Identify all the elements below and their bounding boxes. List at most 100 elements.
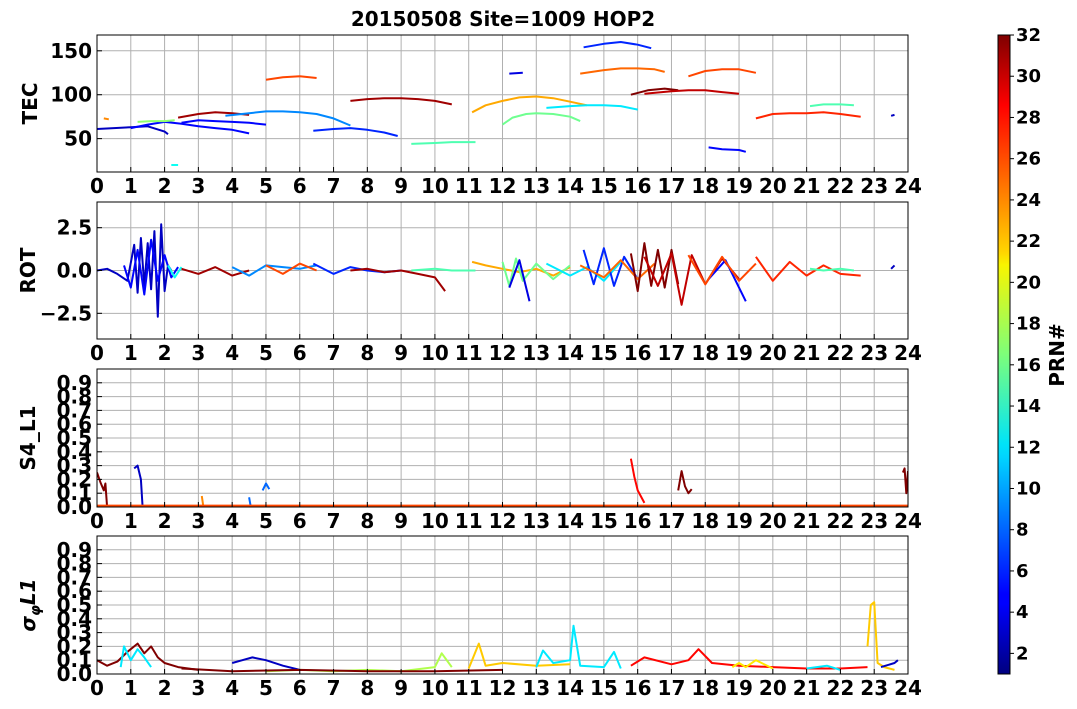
x-tick-label: 24: [894, 676, 922, 700]
x-tick-label: 23: [860, 509, 888, 533]
y-tick-label: 2.5: [57, 216, 92, 240]
x-tick-label: 16: [624, 676, 652, 700]
x-tick-label: 13: [522, 676, 550, 700]
x-tick-label: 21: [793, 676, 821, 700]
x-tick-label: 8: [360, 341, 374, 365]
x-tick-label: 16: [624, 509, 652, 533]
x-tick-label: 12: [489, 676, 517, 700]
x-tick-label: 5: [259, 676, 273, 700]
x-tick-label: 3: [191, 676, 205, 700]
x-tick-label: 15: [590, 509, 618, 533]
x-tick-label: 6: [293, 676, 307, 700]
y-tick-label: 50: [64, 127, 92, 151]
x-tick-label: 18: [691, 676, 719, 700]
x-tick-label: 8: [360, 174, 374, 198]
x-tick-label: 7: [327, 676, 341, 700]
x-tick-label: 15: [590, 174, 618, 198]
x-tick-label: 17: [658, 509, 686, 533]
x-tick-label: 0: [90, 676, 104, 700]
x-tick-label: 6: [293, 341, 307, 365]
x-tick-label: 9: [394, 341, 408, 365]
x-tick-label: 7: [327, 509, 341, 533]
y-axis-label: TEC: [18, 83, 42, 125]
x-tick-label: 23: [860, 174, 888, 198]
colorbar-tick-label: 22: [1016, 231, 1041, 252]
grid: [96, 536, 909, 675]
colorbar-tick-label: 6: [1016, 561, 1029, 582]
series-prn-31: [350, 267, 446, 292]
x-tick-label: 20: [759, 174, 787, 198]
x-tick-label: 22: [826, 341, 854, 365]
x-tick-label: 6: [293, 509, 307, 533]
x-tick-label: 10: [421, 676, 449, 700]
chart-title: 20150508 Site=1009 HOP2: [351, 7, 655, 31]
colorbar: 2468101214161820222426283032 PRN#: [997, 25, 1069, 675]
series-prn-3: [880, 659, 899, 669]
x-tick-label: 21: [793, 509, 821, 533]
x-tick-label: 23: [860, 341, 888, 365]
x-tick-label: 18: [691, 509, 719, 533]
x-tick-label: 5: [259, 341, 273, 365]
series-prn-3: [890, 264, 896, 270]
x-tick-label: 9: [394, 509, 408, 533]
x-tick-label: 10: [421, 174, 449, 198]
x-tick-label: 0: [90, 341, 104, 365]
grid: [96, 202, 909, 339]
x-tick-label: 7: [327, 174, 341, 198]
x-tick-label: 7: [327, 341, 341, 365]
x-tick-label: 11: [455, 676, 483, 700]
series-prn-15: [411, 267, 476, 272]
x-tick-label: 19: [725, 509, 753, 533]
x-tick-label: 2: [158, 174, 172, 198]
x-tick-label: 16: [624, 341, 652, 365]
series-prn-15: [411, 141, 476, 145]
series-prn-12: [546, 104, 638, 111]
x-tick-label: 14: [556, 676, 584, 700]
series-prn-17: [137, 119, 175, 123]
series-prn-27: [755, 111, 861, 120]
colorbar-tick-label: 8: [1016, 520, 1029, 541]
figure: 20150508 Site=1009 HOP2 0 1 2 3 4 5 6 7 8 9 10 11 12…: [16, 7, 1069, 700]
colorbar-tick-label: 4: [1016, 602, 1029, 623]
x-tick-label: 22: [826, 676, 854, 700]
x-tick-label: 10: [421, 509, 449, 533]
panel-1: 0 1 2 3 4 5 6 7 8 9 10 11 12 13 14 15 16 17 18 19 20 21 22 23 24…: [16, 201, 922, 365]
series-prn-24: [103, 117, 109, 121]
series-prn-12: [119, 645, 152, 668]
x-tick-label: 12: [489, 509, 517, 533]
series-prn-32: [901, 467, 908, 495]
grid: [96, 35, 909, 172]
x-tick-label: 8: [360, 676, 374, 700]
x-tick-label: 0: [90, 174, 104, 198]
y-tick-label: 100: [50, 83, 92, 107]
colorbar-tick-label: 12: [1016, 437, 1041, 458]
x-tick-label: 14: [556, 174, 584, 198]
panels: 0 1 2 3 4 5 6 7 8 9 10 11 12 13 14 15 16 17 18 19 20 21 22 23 24…: [16, 34, 922, 700]
series-prn-5: [708, 146, 747, 153]
colorbar-tick-label: 24: [1016, 190, 1041, 211]
colorbar-tick-label: 18: [1016, 314, 1041, 335]
y-tick-label: 0.9: [57, 538, 92, 562]
x-tick-label: 16: [624, 174, 652, 198]
series-prn-26: [265, 75, 317, 81]
x-tick-label: 2: [158, 341, 172, 365]
colorbar-tick-label: 28: [1016, 107, 1041, 128]
x-tick-label: 3: [191, 341, 205, 365]
colorbar-gradient: [997, 34, 1011, 675]
x-tick-label: 19: [725, 341, 753, 365]
colorbar-ticks: 2468101214161820222426283032: [1010, 25, 1041, 664]
x-tick-label: 8: [360, 509, 374, 533]
series-prn-26: [265, 262, 317, 275]
series-prn-5: [130, 120, 250, 135]
x-tick-label: 11: [455, 174, 483, 198]
series-prn-4: [509, 71, 523, 75]
y-tick-label: 0.9: [57, 371, 92, 395]
x-tick-label: 24: [894, 341, 922, 365]
series-prn-3: [890, 113, 895, 117]
colorbar-tick-label: 30: [1016, 66, 1041, 87]
x-tick-label: 15: [590, 341, 618, 365]
x-tick-label: 19: [725, 174, 753, 198]
series-prn-25: [580, 67, 665, 75]
x-tick-label: 2: [158, 509, 172, 533]
x-tick-label: 17: [658, 341, 686, 365]
